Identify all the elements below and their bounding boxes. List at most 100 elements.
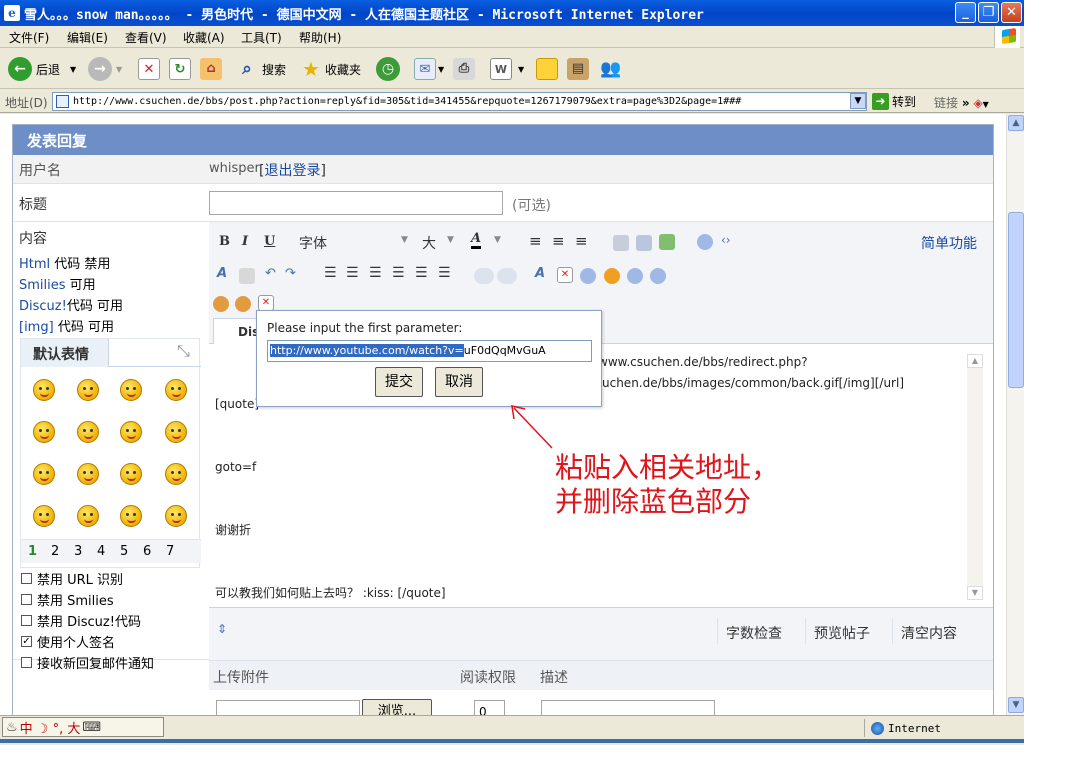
flash-icon[interactable]: [580, 268, 596, 284]
forward-button[interactable]: → ▼: [88, 55, 122, 83]
scroll-down-icon[interactable]: ▼: [967, 586, 983, 600]
maximize-button[interactable]: ❐: [978, 2, 999, 23]
wmv-icon[interactable]: [650, 268, 666, 284]
align-right-icon[interactable]: ≡: [575, 232, 588, 250]
broken-image-icon[interactable]: ✕: [258, 295, 274, 311]
discuss-button[interactable]: [536, 55, 558, 83]
submit-button[interactable]: 提交: [375, 367, 423, 397]
smiley[interactable]: [165, 379, 187, 401]
media-icon[interactable]: [659, 234, 675, 250]
smiley[interactable]: [120, 463, 142, 485]
cancel-button[interactable]: 取消: [435, 367, 483, 397]
option-email-notify[interactable]: 接收新回复邮件通知: [21, 653, 154, 672]
remove-format-icon[interactable]: A: [217, 266, 227, 281]
page-scrollbar[interactable]: ▲ ▼: [1006, 114, 1024, 715]
menu-view[interactable]: 查看(V): [125, 29, 167, 46]
description-input[interactable]: [541, 700, 715, 715]
free-tag-icon[interactable]: [474, 268, 494, 284]
home-button[interactable]: ⌂: [200, 55, 222, 83]
smiley[interactable]: [77, 505, 99, 527]
menu-edit[interactable]: 编辑(E): [67, 29, 108, 46]
logout-link[interactable]: 退出登录: [264, 163, 320, 179]
indent-icon[interactable]: ☰: [392, 265, 405, 281]
stop-button[interactable]: ✕: [138, 55, 160, 83]
link-icon[interactable]: [613, 235, 629, 251]
option-use-signature[interactable]: ✓ 使用个人签名: [21, 632, 115, 651]
undo-icon[interactable]: ↶: [265, 266, 276, 281]
close-button[interactable]: ✕: [1001, 2, 1022, 23]
page-link-5[interactable]: 5: [120, 544, 128, 559]
word-count-button[interactable]: 字数检查: [717, 618, 790, 644]
go-button[interactable]: ➜ 转到: [872, 93, 916, 110]
smiley[interactable]: [33, 421, 55, 443]
float-left-icon[interactable]: ☰: [415, 265, 428, 281]
underline-button[interactable]: U: [264, 234, 275, 249]
checkbox-checked[interactable]: ✓: [21, 636, 32, 647]
italic-button[interactable]: I: [242, 234, 248, 249]
smiley[interactable]: [120, 421, 142, 443]
checkbox[interactable]: [21, 657, 32, 668]
favorites-button[interactable]: ★ 收藏夹: [300, 55, 361, 83]
menu-help[interactable]: 帮助(H): [299, 29, 341, 46]
smiley[interactable]: [165, 463, 187, 485]
back-button[interactable]: ← 后退 ▼: [8, 55, 76, 83]
smiley[interactable]: [33, 463, 55, 485]
font-style-icon[interactable]: A: [535, 266, 545, 281]
address-dropdown-button[interactable]: ▼: [850, 93, 866, 109]
page-link-2[interactable]: 2: [51, 544, 59, 559]
smiley[interactable]: [33, 379, 55, 401]
menu-favorites[interactable]: 收藏(A): [183, 29, 225, 46]
scroll-up-icon[interactable]: ▲: [1008, 115, 1024, 131]
search-button[interactable]: ⌕ 搜索: [236, 55, 286, 83]
smiley[interactable]: [77, 421, 99, 443]
smilies-tab-default[interactable]: 默认表情: [21, 339, 109, 367]
permission-input[interactable]: 0: [474, 700, 505, 715]
messenger-button[interactable]: 👥: [600, 55, 622, 83]
links-button[interactable]: 链接 » ◈▼: [934, 94, 989, 111]
ordered-list-icon[interactable]: ☰: [324, 265, 337, 281]
option-disable-url[interactable]: 禁用 URL 识别: [21, 569, 123, 588]
menu-tools[interactable]: 工具(T): [241, 29, 282, 46]
page-link-3[interactable]: 3: [74, 544, 82, 559]
refresh-button[interactable]: ↻: [169, 55, 191, 83]
page-link-7[interactable]: 7: [166, 544, 174, 559]
smiley[interactable]: [120, 505, 142, 527]
align-center-icon[interactable]: ≡: [552, 232, 565, 250]
address-input[interactable]: http://www.csuchen.de/bbs/post.php?actio…: [52, 92, 867, 111]
keyboard-icon[interactable]: ⌨: [82, 720, 101, 735]
img-status-name[interactable]: [img]: [19, 320, 54, 335]
clear-button[interactable]: 清空内容: [892, 618, 965, 644]
broken-image-icon[interactable]: ✕: [557, 267, 573, 283]
page-link-6[interactable]: 6: [143, 544, 151, 559]
custom-tag-icon[interactable]: [235, 296, 251, 312]
outdent-icon[interactable]: ☰: [369, 265, 382, 281]
edit-button[interactable]: W ▼: [490, 55, 524, 83]
unordered-list-icon[interactable]: ☰: [346, 265, 359, 281]
option-disable-smilies[interactable]: 禁用 Smilies: [21, 590, 114, 609]
html-status-name[interactable]: Html: [19, 257, 50, 272]
mail-button[interactable]: ✉ ▼: [414, 55, 444, 83]
option-disable-discuz[interactable]: 禁用 Discuz!代码: [21, 611, 141, 630]
qq-icon[interactable]: [604, 268, 620, 284]
unlink-icon[interactable]: [239, 268, 255, 284]
textarea-scrollbar[interactable]: ▲ ▼: [967, 354, 983, 600]
bold-button[interactable]: B: [219, 234, 230, 249]
history-button[interactable]: ◷: [376, 55, 400, 83]
font-select[interactable]: 字体: [299, 233, 327, 253]
preview-button[interactable]: 预览帖子: [805, 618, 878, 644]
subject-input[interactable]: [209, 191, 503, 215]
checkbox[interactable]: [21, 594, 32, 605]
print-button[interactable]: ⎙: [453, 55, 475, 83]
page-link-4[interactable]: 4: [97, 544, 105, 559]
smilies-status-name[interactable]: Smilies: [19, 278, 66, 293]
ime-toolbar[interactable]: ♨ 中 ☽ °, 大 ⌨: [2, 717, 164, 737]
smiley[interactable]: [165, 421, 187, 443]
smiley[interactable]: [165, 505, 187, 527]
text-color-button[interactable]: A: [471, 232, 482, 249]
redo-icon[interactable]: ↷: [285, 266, 296, 281]
browse-button[interactable]: 浏览...: [362, 699, 432, 715]
hide-tag-icon[interactable]: [497, 268, 517, 284]
smiley[interactable]: [120, 379, 142, 401]
smiley[interactable]: [77, 379, 99, 401]
smiley[interactable]: [77, 463, 99, 485]
